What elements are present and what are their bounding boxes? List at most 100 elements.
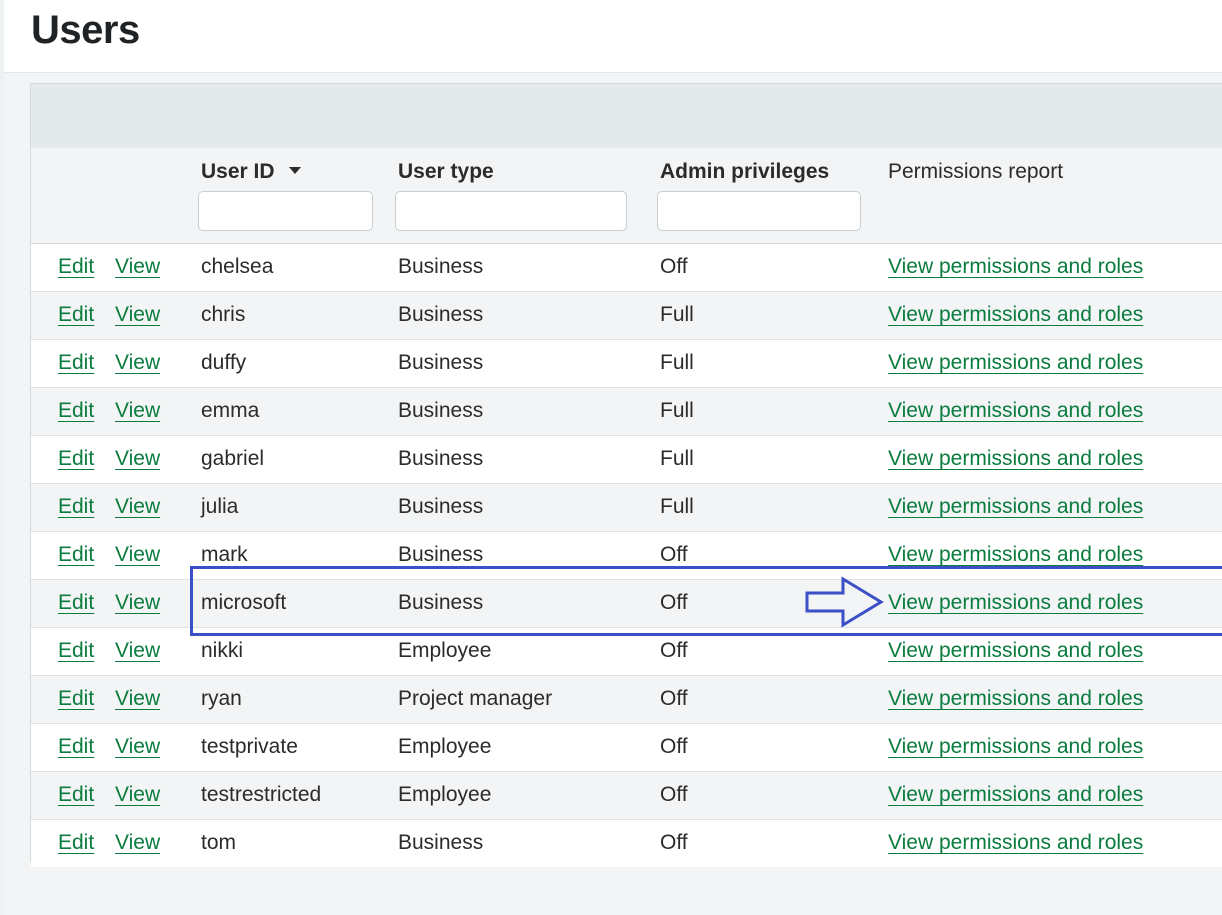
edit-link[interactable]: Edit [58,687,94,711]
admin-privileges-cell: Full [660,447,694,470]
users-table-body: Edit View chelsea Business Off View permissio… [31,244,1222,867]
edit-link[interactable]: Edit [58,447,94,471]
edit-link[interactable]: Edit [58,495,94,519]
view-permissions-link[interactable]: View permissions and roles [888,255,1143,279]
view-permissions-link[interactable]: View permissions and roles [888,831,1143,855]
view-link[interactable]: View [115,255,160,279]
view-permissions-link[interactable]: View permissions and roles [888,303,1143,327]
admin-privileges-cell: Off [660,735,688,758]
table-row: Edit View gabriel Business Full View permissi… [31,436,1222,484]
view-permissions-link[interactable]: View permissions and roles [888,495,1143,519]
view-link[interactable]: View [115,303,160,327]
admin-privileges-filter-input[interactable] [657,191,861,231]
admin-privileges-cell: Full [660,399,694,422]
table-row: Edit View testrestricted Employee Off View pe… [31,772,1222,820]
view-link[interactable]: View [115,687,160,711]
user-type-cell: Employee [398,639,492,662]
table-row: Edit View duffy Business Full View permission… [31,340,1222,388]
view-link[interactable]: View [115,735,160,759]
admin-privileges-cell: Off [660,831,688,854]
user-id-filter-input[interactable] [198,191,373,231]
admin-privileges-cell: Off [660,591,688,614]
user-type-cell: Employee [398,735,492,758]
user-id-cell: emma [201,399,260,422]
view-link[interactable]: View [115,495,160,519]
edit-link[interactable]: Edit [58,543,94,567]
view-link[interactable]: View [115,351,160,375]
column-header-admin-privileges[interactable]: Admin privileges [660,160,829,184]
table-row: Edit View ryan Project manager Off View permi… [31,676,1222,724]
user-type-cell: Business [398,303,484,326]
column-header-user-id-label: User ID [201,160,275,183]
user-type-cell: Business [398,351,484,374]
user-id-cell: tom [201,831,237,854]
table-row: Edit View julia Business Full View permission… [31,484,1222,532]
table-row: Edit View emma Business Full View permissions… [31,388,1222,436]
user-type-cell: Employee [398,783,492,806]
users-grid: User ID User type Admin privileges Permi… [30,83,1222,867]
user-id-cell: mark [201,543,248,566]
page-title: Users [31,8,140,52]
sort-descending-icon[interactable] [288,166,301,174]
user-id-cell: julia [201,495,239,518]
admin-privileges-cell: Off [660,687,688,710]
table-row: Edit View nikki Employee Off View permissions… [31,628,1222,676]
column-header-user-id[interactable]: User ID [201,160,301,184]
edit-link[interactable]: Edit [58,591,94,615]
column-header-user-type[interactable]: User type [398,160,494,184]
user-id-cell: ryan [201,687,242,710]
view-permissions-link[interactable]: View permissions and roles [888,591,1143,615]
admin-privileges-cell: Full [660,303,694,326]
edit-link[interactable]: Edit [58,255,94,279]
view-link[interactable]: View [115,831,160,855]
table-row: Edit View microsoft Business Off View permiss… [31,580,1222,628]
user-id-cell: duffy [201,351,247,374]
view-permissions-link[interactable]: View permissions and roles [888,447,1143,471]
edit-link[interactable]: Edit [58,351,94,375]
edit-link[interactable]: Edit [58,399,94,423]
admin-privileges-cell: Full [660,351,694,374]
view-permissions-link[interactable]: View permissions and roles [888,639,1143,663]
user-id-cell: gabriel [201,447,265,470]
view-link[interactable]: View [115,399,160,423]
edit-link[interactable]: Edit [58,735,94,759]
view-permissions-link[interactable]: View permissions and roles [888,543,1143,567]
edit-link[interactable]: Edit [58,639,94,663]
edit-link[interactable]: Edit [58,831,94,855]
grid-toolbar [31,83,1222,149]
edit-link[interactable]: Edit [58,303,94,327]
view-permissions-link[interactable]: View permissions and roles [888,687,1143,711]
user-id-cell: chris [201,303,246,326]
user-id-cell: testprivate [201,735,298,758]
view-permissions-link[interactable]: View permissions and roles [888,399,1143,423]
table-row: Edit View mark Business Off View permissions … [31,532,1222,580]
column-header-permissions-report: Permissions report [888,160,1064,183]
admin-privileges-cell: Off [660,783,688,806]
column-header-row: User ID User type Admin privileges Permi… [31,148,1222,244]
view-link[interactable]: View [115,783,160,807]
admin-privileges-cell: Off [660,543,688,566]
user-type-cell: Business [398,447,484,470]
table-row: Edit View tom Business Off View permissions a… [31,820,1222,867]
view-link[interactable]: View [115,543,160,567]
user-id-cell: nikki [201,639,244,662]
table-row: Edit View testprivate Employee Off View permi… [31,724,1222,772]
admin-privileges-cell: Off [660,639,688,662]
view-link[interactable]: View [115,591,160,615]
table-row: Edit View chelsea Business Off View permissio… [31,244,1222,292]
view-link[interactable]: View [115,639,160,663]
user-type-cell: Business [398,495,484,518]
view-permissions-link[interactable]: View permissions and roles [888,351,1143,375]
edit-link[interactable]: Edit [58,783,94,807]
view-permissions-link[interactable]: View permissions and roles [888,735,1143,759]
user-type-filter-input[interactable] [395,191,627,231]
view-link[interactable]: View [115,447,160,471]
admin-privileges-cell: Full [660,495,694,518]
user-type-cell: Project manager [398,687,553,710]
user-type-cell: Business [398,255,484,278]
view-permissions-link[interactable]: View permissions and roles [888,783,1143,807]
user-type-cell: Business [398,543,484,566]
table-row: Edit View chris Business Full View permission… [31,292,1222,340]
user-type-cell: Business [398,399,484,422]
user-type-cell: Business [398,591,484,614]
